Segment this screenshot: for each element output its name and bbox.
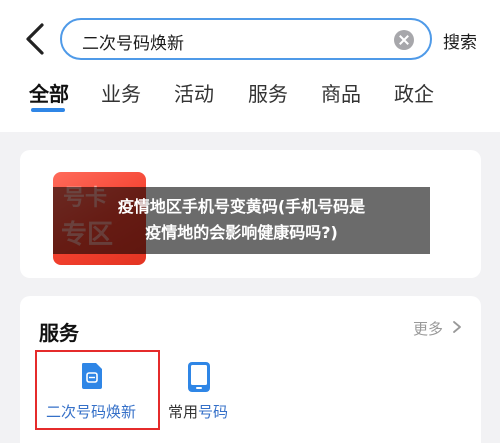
tab-government[interactable]: 政企 (394, 78, 434, 107)
document-icon (82, 363, 102, 389)
search-input[interactable]: 二次号码焕新 (60, 18, 432, 60)
service-item-label-highlight: 号码 (198, 403, 229, 421)
article-title-line-1: 疫情地区手机号变黄码(手机号码是 (117, 197, 366, 216)
phone-icon[interactable] (186, 361, 212, 393)
services-title: 服务 (39, 321, 79, 345)
article-title-overlay: 疫情地区手机号变黄码(手机号码是 疫情地的会影响健康码吗?) (53, 187, 430, 254)
tab-services[interactable]: 服务 (248, 78, 288, 107)
search-query-text: 二次号码焕新 (82, 34, 184, 54)
tab-activities[interactable]: 活动 (174, 78, 214, 107)
back-arrow-icon[interactable] (22, 22, 50, 56)
tab-products[interactable]: 商品 (321, 78, 361, 107)
chevron-right-icon[interactable] (451, 320, 463, 334)
clear-icon[interactable] (394, 30, 414, 50)
service-item-label[interactable]: 常用号码 (168, 401, 228, 422)
more-link[interactable]: 更多 (413, 318, 443, 339)
category-tabs: 全部 业务 活动 服务 商品 政企 (0, 70, 500, 132)
tab-business[interactable]: 业务 (101, 78, 141, 107)
article-title-line-2: 疫情地的会影响健康码吗?) (145, 223, 338, 242)
search-button[interactable]: 搜索 (443, 28, 477, 53)
service-item-label-part: 常用 (168, 403, 199, 421)
top-bar: 二次号码焕新 搜索 (0, 0, 500, 70)
active-tab-indicator (31, 108, 65, 112)
service-item-label: 二次号码焕新 (46, 403, 137, 421)
tab-all[interactable]: 全部 (29, 78, 69, 107)
article-title: 疫情地区手机号变黄码(手机号码是 疫情地的会影响健康码吗?) (53, 194, 430, 246)
